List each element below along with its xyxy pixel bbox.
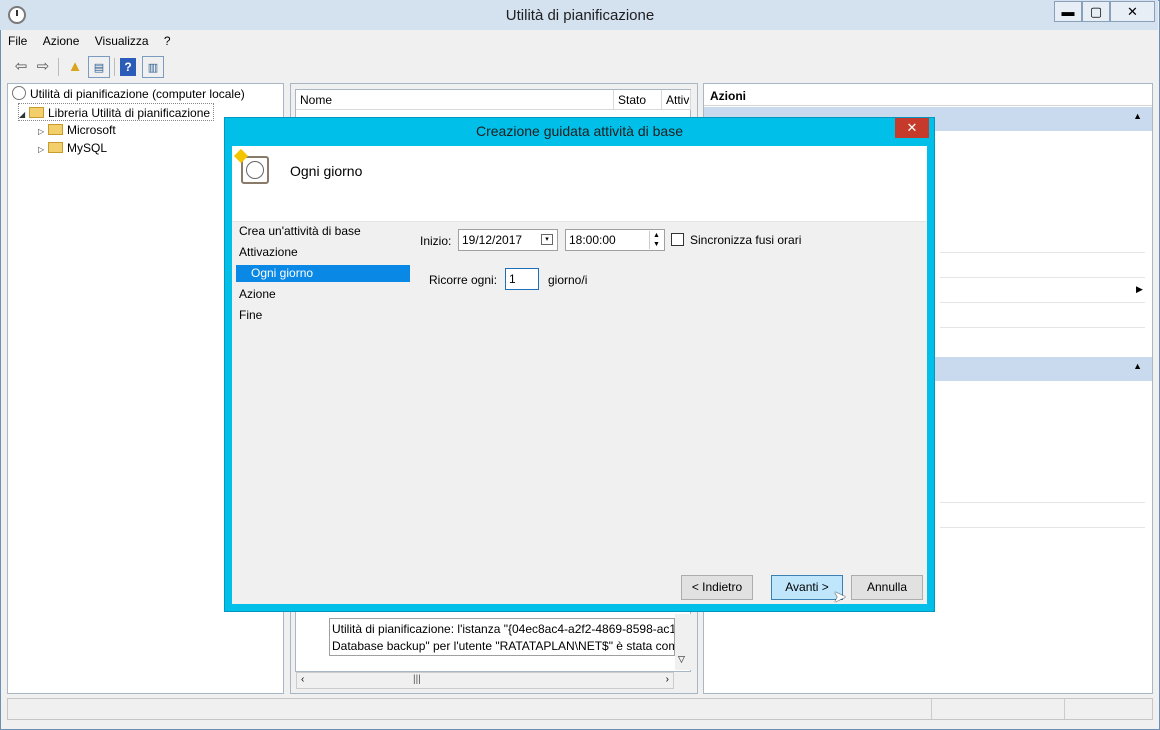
- start-date-value: 19/12/2017: [462, 233, 523, 247]
- task-list[interactable]: Nome Stato Attiv: [295, 89, 691, 119]
- folder-up-icon[interactable]: ▲: [64, 56, 86, 78]
- tree-item-mysql[interactable]: ▷ MySQL: [38, 139, 107, 157]
- mouse-cursor-icon: ➤: [833, 589, 847, 606]
- show-tree-icon[interactable]: ▤: [88, 56, 110, 78]
- collapse-arrow-icon[interactable]: ◢: [19, 106, 29, 124]
- tree-item-microsoft[interactable]: ▷ Microsoft: [38, 121, 116, 139]
- tree-item-root[interactable]: Utilità di pianificazione (computer loca…: [12, 85, 245, 103]
- horizontal-scrollbar[interactable]: ‹ ||| ›: [296, 672, 674, 689]
- divider: [940, 327, 1145, 328]
- cancel-button[interactable]: Annulla: [851, 575, 923, 600]
- tree-item-label: Utilità di pianificazione (computer loca…: [30, 87, 245, 101]
- column-header-stato[interactable]: Stato: [614, 90, 662, 110]
- detail-line-1: Utilità di pianificazione: l'istanza "{0…: [332, 622, 675, 636]
- toolbar: ⇦ ⇨ ▲ ▤ ? ▥: [8, 56, 1152, 80]
- chevron-left-icon[interactable]: ‹: [301, 674, 304, 685]
- forward-arrow-icon[interactable]: ⇨: [32, 56, 54, 78]
- step-attivazione: Attivazione: [239, 245, 298, 259]
- start-time-value: 18:00:00: [569, 233, 616, 247]
- detail-text[interactable]: Utilità di pianificazione: l'istanza "{0…: [329, 618, 675, 656]
- minimize-button[interactable]: ▬: [1054, 1, 1082, 22]
- vertical-scrollbar[interactable]: ▽: [675, 614, 691, 670]
- chevron-right-icon[interactable]: ›: [666, 674, 669, 685]
- collapse-up-icon[interactable]: ▲: [1133, 361, 1142, 371]
- step-azione: Azione: [239, 287, 276, 301]
- sync-timezones-checkbox[interactable]: [671, 233, 684, 246]
- recur-unit-label: giorno/i: [548, 273, 588, 287]
- step-fine: Fine: [239, 308, 263, 322]
- back-button[interactable]: < Indietro: [681, 575, 753, 600]
- divider: [940, 302, 1145, 303]
- divider: [940, 252, 1145, 253]
- action-pane-icon[interactable]: ▥: [142, 56, 164, 78]
- submenu-arrow-icon[interactable]: ▶: [1136, 284, 1143, 295]
- tree-item-label: Libreria Utilità di pianificazione: [48, 106, 211, 120]
- actions-header: Azioni: [704, 86, 1152, 106]
- back-arrow-icon[interactable]: ⇦: [10, 56, 32, 78]
- wizard-title: Creazione guidata attività di base: [475, 123, 684, 139]
- start-label: Inizio:: [420, 234, 452, 248]
- tree-item-library[interactable]: ◢ Libreria Utilità di pianificazione: [18, 103, 215, 124]
- help-icon[interactable]: ?: [120, 58, 136, 76]
- step-title: Ogni giorno: [290, 163, 363, 179]
- divider: [931, 699, 932, 719]
- recur-label: Ricorre ogni:: [429, 273, 498, 287]
- sync-timezones-label[interactable]: Sincronizza fusi orari: [690, 233, 801, 247]
- wizard-header: [232, 146, 927, 222]
- column-header-attiv[interactable]: Attiv: [662, 90, 691, 110]
- time-spinner-icon[interactable]: ▲ ▼: [649, 231, 663, 249]
- wizard-close-button[interactable]: ✕: [895, 118, 929, 138]
- maximize-button[interactable]: ▢: [1082, 1, 1110, 22]
- scroll-thumb-grip[interactable]: |||: [413, 674, 421, 685]
- window-title: Utilità di pianificazione: [505, 7, 655, 24]
- tree-item-label: MySQL: [67, 141, 108, 155]
- start-time-field[interactable]: 18:00:00 ▲ ▼: [565, 229, 665, 251]
- menu-help[interactable]: ?: [164, 34, 171, 48]
- folder-icon: [29, 107, 44, 118]
- clock-icon: [12, 86, 26, 100]
- step-ogni-giorno: Ogni giorno: [236, 265, 410, 282]
- divider: [1064, 699, 1065, 719]
- collapse-up-icon[interactable]: ▲: [1133, 111, 1142, 121]
- column-header-nome[interactable]: Nome: [296, 90, 614, 110]
- chevron-down-icon[interactable]: ▽: [678, 654, 685, 665]
- status-bar: [7, 698, 1153, 720]
- calendar-dropdown-icon[interactable]: ▾: [541, 234, 553, 245]
- menu-azione[interactable]: Azione: [43, 34, 80, 48]
- toolbar-separator: [114, 58, 115, 76]
- toolbar-separator: [58, 58, 59, 76]
- step-crea: Crea un'attività di base: [239, 224, 361, 238]
- menu-visualizza[interactable]: Visualizza: [95, 34, 149, 48]
- menu-bar: File Azione Visualizza ?: [8, 34, 183, 52]
- start-date-picker[interactable]: 19/12/2017 ▾: [458, 229, 558, 251]
- menu-file[interactable]: File: [8, 34, 27, 48]
- folder-icon: [48, 124, 63, 135]
- detail-line-2: Database backup" per l'utente "RATATAPLA…: [332, 639, 675, 653]
- divider: [940, 527, 1145, 528]
- tree-item-label: Microsoft: [67, 123, 116, 137]
- divider: [940, 277, 1145, 278]
- recur-days-input[interactable]: 1: [505, 268, 539, 290]
- close-button[interactable]: ✕: [1110, 1, 1155, 22]
- divider: [940, 502, 1145, 503]
- calendar-clock-icon: [241, 156, 269, 184]
- folder-icon: [48, 142, 63, 153]
- expand-arrow-icon[interactable]: ▷: [38, 141, 48, 159]
